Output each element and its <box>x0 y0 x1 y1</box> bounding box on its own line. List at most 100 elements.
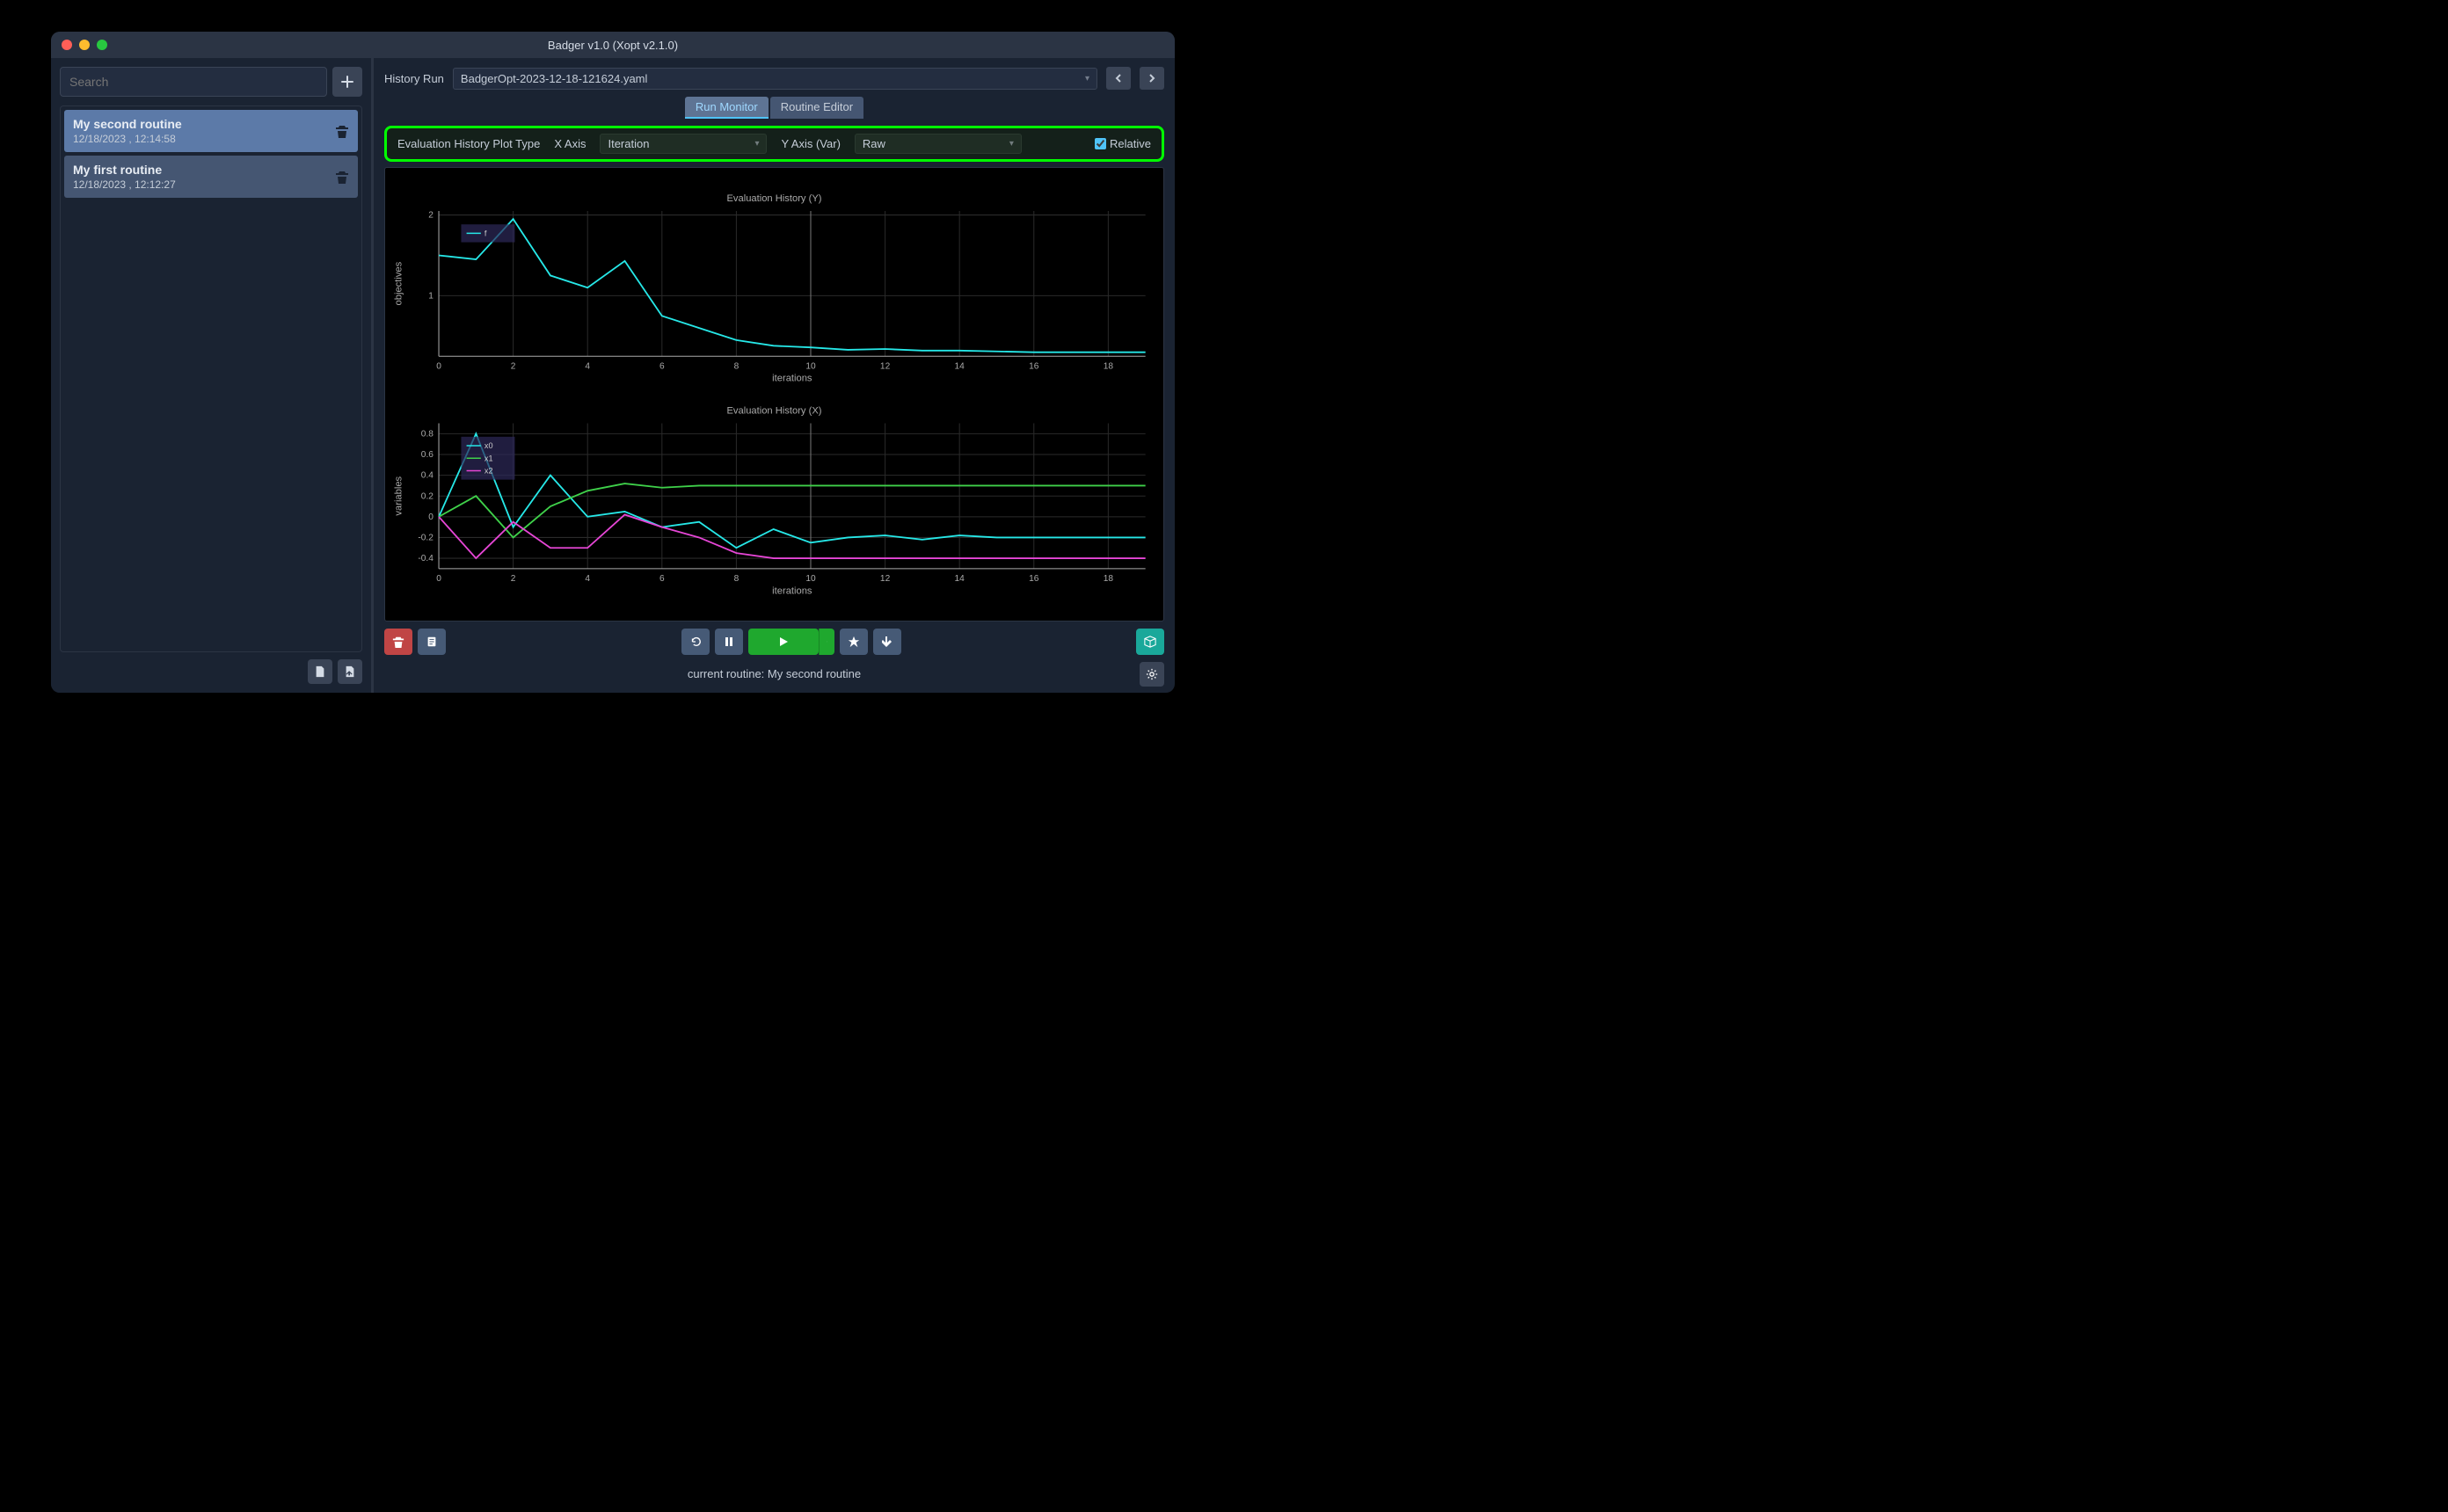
svg-text:0.2: 0.2 <box>421 491 434 501</box>
svg-text:f: f <box>484 229 487 237</box>
svg-text:2: 2 <box>511 574 516 584</box>
svg-text:iterations: iterations <box>772 374 812 384</box>
play-icon <box>777 636 790 648</box>
evaluation-history-chart: Evaluation History (Y)02468101214161812i… <box>385 168 1163 621</box>
svg-text:14: 14 <box>955 574 965 584</box>
svg-text:10: 10 <box>805 362 816 372</box>
tab-run-monitor[interactable]: Run Monitor <box>685 97 769 119</box>
svg-text:0: 0 <box>428 512 434 522</box>
svg-text:-0.4: -0.4 <box>418 554 434 563</box>
svg-text:18: 18 <box>1104 574 1114 584</box>
svg-text:2: 2 <box>428 211 434 221</box>
status-text: current routine: My second routine <box>688 667 861 680</box>
history-run-label: History Run <box>384 72 444 85</box>
jump-button[interactable] <box>873 629 901 655</box>
chevron-down-icon: ▾ <box>754 139 759 149</box>
svg-text:0: 0 <box>436 574 441 584</box>
trash-icon[interactable] <box>335 170 349 184</box>
export-data-button[interactable] <box>1136 629 1164 655</box>
content: History Run BadgerOpt-2023-12-18-121624.… <box>374 58 1175 693</box>
reset-button[interactable] <box>681 629 710 655</box>
svg-text:1: 1 <box>428 291 434 301</box>
svg-text:0.4: 0.4 <box>421 471 434 481</box>
run-controls <box>384 627 1164 657</box>
plot-area[interactable]: Evaluation History (Y)02468101214161812i… <box>384 167 1164 622</box>
pause-button[interactable] <box>715 629 743 655</box>
run-options-button[interactable] <box>819 629 834 655</box>
svg-text:Evaluation History (Y): Evaluation History (Y) <box>726 193 821 204</box>
svg-text:variables: variables <box>393 476 404 515</box>
star-icon <box>848 636 860 648</box>
main-area: My second routine 12/18/2023 , 12:14:58 … <box>51 58 1175 693</box>
y-axis-label: Y Axis (Var) <box>781 137 840 150</box>
svg-text:12: 12 <box>880 574 891 584</box>
app-window: Badger v1.0 (Xopt v2.1.0) My second rout… <box>51 32 1175 693</box>
add-routine-button[interactable] <box>332 67 362 97</box>
arrow-down-icon <box>882 636 892 648</box>
file-down-icon <box>314 665 326 678</box>
export-button[interactable] <box>308 659 332 684</box>
pause-icon <box>724 636 734 647</box>
svg-text:12: 12 <box>880 362 891 372</box>
svg-text:10: 10 <box>805 574 816 584</box>
document-icon <box>426 636 438 648</box>
run-button[interactable] <box>748 629 819 655</box>
file-up-icon <box>344 665 356 678</box>
search-input[interactable] <box>60 67 327 97</box>
settings-button[interactable] <box>1140 662 1164 687</box>
routine-name: My first routine <box>73 163 176 177</box>
undo-icon <box>689 636 702 648</box>
svg-text:Evaluation History (X): Evaluation History (X) <box>726 405 821 416</box>
svg-text:2: 2 <box>511 362 516 372</box>
svg-text:16: 16 <box>1029 574 1039 584</box>
titlebar: Badger v1.0 (Xopt v2.1.0) <box>51 32 1175 58</box>
history-next-button[interactable] <box>1140 67 1164 90</box>
log-button[interactable] <box>418 629 446 655</box>
svg-text:8: 8 <box>734 574 740 584</box>
svg-text:objectives: objectives <box>393 261 404 305</box>
tab-routine-editor[interactable]: Routine Editor <box>770 97 863 119</box>
svg-text:iterations: iterations <box>772 585 812 596</box>
window-title: Badger v1.0 (Xopt v2.1.0) <box>51 39 1175 52</box>
svg-text:4: 4 <box>585 362 590 372</box>
relative-checkbox[interactable]: Relative <box>1095 137 1151 150</box>
chevron-left-icon <box>1114 74 1123 83</box>
svg-text:x2: x2 <box>484 467 493 476</box>
delete-run-button[interactable] <box>384 629 412 655</box>
svg-text:18: 18 <box>1104 362 1114 372</box>
trash-icon <box>392 636 404 648</box>
chevron-right-icon <box>1148 74 1156 83</box>
import-button[interactable] <box>338 659 362 684</box>
routine-date: 12/18/2023 , 12:12:27 <box>73 178 176 191</box>
trash-icon[interactable] <box>335 124 349 138</box>
monitor-panel: Evaluation History Plot Type X Axis Iter… <box>384 126 1164 657</box>
svg-text:6: 6 <box>659 362 665 372</box>
x-axis-select[interactable]: Iteration▾ <box>600 134 767 154</box>
x-axis-label: X Axis <box>554 137 586 150</box>
svg-text:8: 8 <box>734 362 740 372</box>
routine-item[interactable]: My second routine 12/18/2023 , 12:14:58 <box>64 110 358 152</box>
box-icon <box>1144 636 1156 648</box>
chevron-down-icon: ▾ <box>1085 74 1089 84</box>
svg-text:16: 16 <box>1029 362 1039 372</box>
routine-date: 12/18/2023 , 12:14:58 <box>73 133 182 145</box>
svg-text:6: 6 <box>659 574 665 584</box>
svg-text:14: 14 <box>955 362 965 372</box>
relative-checkbox-input[interactable] <box>1095 138 1106 149</box>
svg-text:0.8: 0.8 <box>421 429 434 439</box>
status-bar: current routine: My second routine <box>384 664 1164 684</box>
sidebar: My second routine 12/18/2023 , 12:14:58 … <box>51 58 371 693</box>
chevron-down-icon: ▾ <box>1009 139 1014 149</box>
history-prev-button[interactable] <box>1106 67 1131 90</box>
favorite-button[interactable] <box>840 629 868 655</box>
routine-name: My second routine <box>73 117 182 131</box>
svg-text:x0: x0 <box>484 441 493 450</box>
routine-list: My second routine 12/18/2023 , 12:14:58 … <box>60 105 362 652</box>
routine-item[interactable]: My first routine 12/18/2023 , 12:12:27 <box>64 156 358 198</box>
svg-text:4: 4 <box>585 574 590 584</box>
plot-controls: Evaluation History Plot Type X Axis Iter… <box>384 126 1164 162</box>
svg-text:-0.2: -0.2 <box>418 533 434 542</box>
history-run-select[interactable]: BadgerOpt-2023-12-18-121624.yaml ▾ <box>453 68 1097 90</box>
svg-text:x1: x1 <box>484 454 493 462</box>
y-axis-select[interactable]: Raw▾ <box>855 134 1022 154</box>
